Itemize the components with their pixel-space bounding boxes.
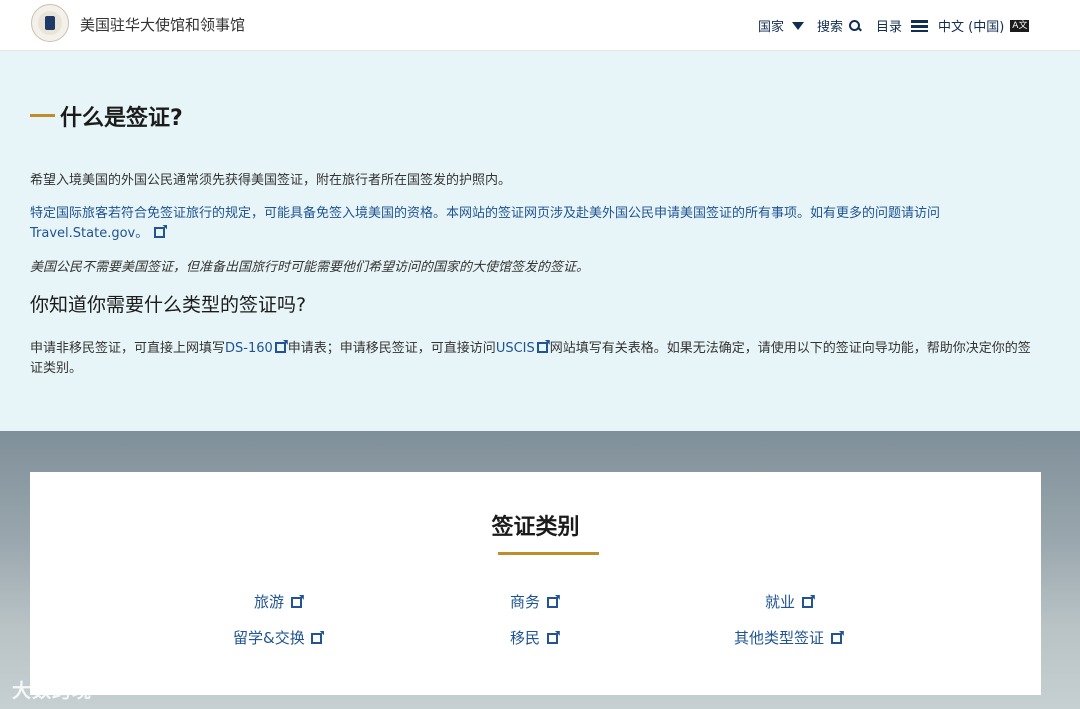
visa-category-business[interactable]: 商务 bbox=[510, 591, 560, 612]
external-link-icon bbox=[546, 597, 558, 608]
category-label: 旅游 bbox=[254, 593, 285, 611]
p4-text-a: 申请非移民签证，可直接上网填写 bbox=[30, 341, 226, 356]
intro-paragraph-2: 特定国际旅客若符合免签证旅行的规定，可能具备免签入境美国的资格。本网站的签证网页… bbox=[30, 204, 1030, 244]
external-link-icon bbox=[311, 633, 323, 644]
intro-paragraph-4: 申请非移民签证，可直接上网填写DS-160 申请表；申请移民签证，可直接访问USC… bbox=[30, 339, 1040, 379]
embassy-seal-logo[interactable] bbox=[31, 4, 69, 42]
countries-label: 国家 bbox=[758, 20, 785, 35]
visa-category-immigration[interactable]: 移民 bbox=[510, 627, 560, 648]
countries-menu[interactable]: 国家 bbox=[758, 16, 805, 35]
uscis-link[interactable]: USCIS bbox=[496, 341, 535, 356]
external-link-icon bbox=[830, 633, 842, 644]
language-selector[interactable]: 中文 (中国) A文 bbox=[938, 16, 1030, 35]
visa-category-tourism[interactable]: 旅游 bbox=[254, 591, 304, 612]
visa-categories-card: 签证类别 旅游 商务 就业 留学&交换 移民 其他类型签证 bbox=[30, 472, 1041, 695]
search-label: 搜索 bbox=[817, 20, 844, 35]
p4-text-b: 申请表；申请移民签证，可直接访问 bbox=[287, 341, 496, 356]
hamburger-icon bbox=[911, 19, 929, 32]
external-link-icon[interactable] bbox=[154, 227, 166, 238]
site-name[interactable]: 美国驻华大使馆和领事馆 bbox=[80, 14, 245, 35]
search-button[interactable]: 搜索 bbox=[817, 16, 861, 35]
title-underline bbox=[498, 552, 599, 555]
title-accent-bar bbox=[30, 114, 55, 117]
category-label: 其他类型签证 bbox=[734, 629, 825, 647]
visa-category-study-exchange[interactable]: 留学&交换 bbox=[233, 627, 324, 648]
language-icon: A文 bbox=[1010, 19, 1030, 32]
main-menu-button[interactable]: 目录 bbox=[876, 16, 929, 35]
menu-label: 目录 bbox=[876, 20, 903, 35]
visa-category-other[interactable]: 其他类型签证 bbox=[734, 627, 844, 648]
external-link-icon[interactable] bbox=[536, 342, 548, 353]
category-label: 移民 bbox=[510, 629, 541, 647]
visa-category-employment[interactable]: 就业 bbox=[765, 591, 815, 612]
eagle-icon bbox=[45, 16, 55, 30]
paragraph-2-end: 。 bbox=[135, 226, 149, 241]
search-icon bbox=[849, 20, 861, 31]
ds160-link[interactable]: DS-160 bbox=[225, 341, 273, 356]
category-label: 就业 bbox=[765, 593, 796, 611]
intro-paragraph-1: 希望入境美国的外国公民通常须先获得美国签证，附在旅行者所在国签发的护照内。 bbox=[30, 173, 512, 188]
caret-down-icon bbox=[792, 21, 805, 30]
page-title: 什么是签证? bbox=[60, 106, 183, 131]
category-label: 留学&交换 bbox=[233, 629, 305, 647]
external-link-icon bbox=[801, 597, 813, 608]
external-link-icon[interactable] bbox=[274, 342, 286, 353]
section-subtitle: 你知道你需要什么类型的签证吗? bbox=[30, 294, 307, 316]
category-label: 商务 bbox=[510, 593, 541, 611]
external-link-icon bbox=[546, 633, 558, 644]
language-label: 中文 (中国) bbox=[938, 20, 1005, 35]
travel-state-gov-link[interactable]: Travel.State.gov bbox=[30, 226, 135, 241]
paragraph-2-text: 特定国际旅客若符合免签证旅行的规定，可能具备免签入境美国的资格。本网站的签证网页… bbox=[30, 206, 941, 221]
site-header: 美国驻华大使馆和领事馆 国家 搜索 目录 中文 (中国) A文 bbox=[0, 0, 1080, 51]
intro-paragraph-3: 美国公民不需要美国签证，但准备出国旅行时可能需要他们希望访问的国家的大使馆签发的… bbox=[30, 260, 590, 275]
watermark: 大数跨境 bbox=[12, 680, 93, 702]
external-link-icon bbox=[290, 597, 302, 608]
visa-categories-title: 签证类别 bbox=[491, 515, 580, 540]
